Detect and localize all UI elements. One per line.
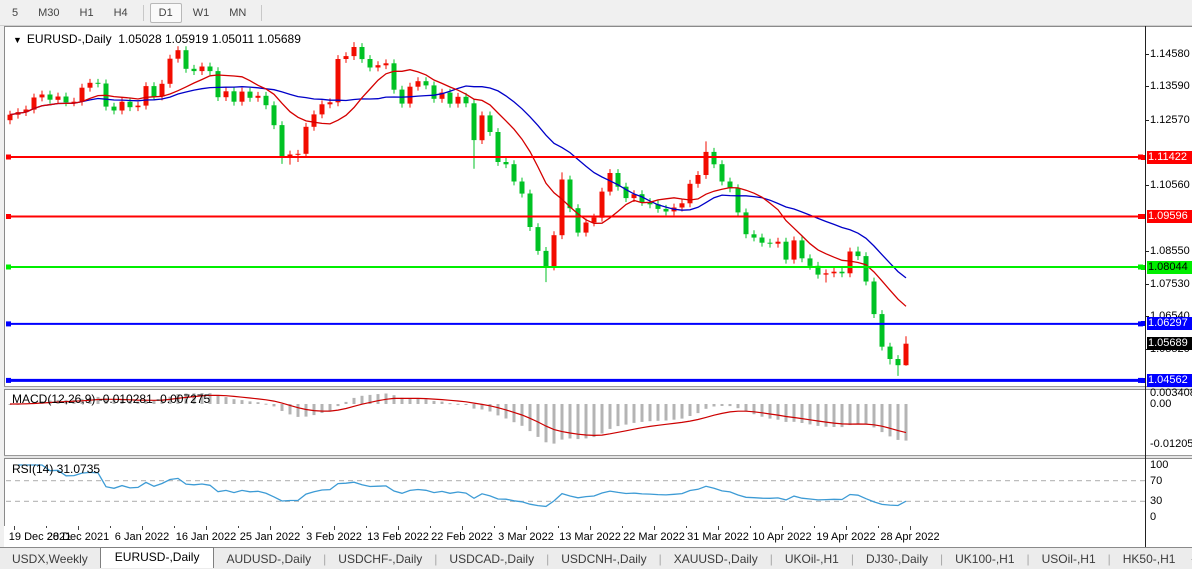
timeframe-button-m30[interactable]: M30 bbox=[29, 3, 68, 23]
date-label: 31 Mar 2022 bbox=[687, 531, 749, 543]
chart-ohlc-values: 1.05028 1.05919 1.05011 1.05689 bbox=[118, 32, 301, 46]
date-label: 28 Apr 2022 bbox=[880, 531, 939, 543]
date-tick bbox=[334, 526, 335, 530]
toolbar-separator bbox=[143, 5, 144, 21]
current-price-badge: 1.05689 bbox=[1147, 337, 1192, 350]
timeframe-button-d1[interactable]: D1 bbox=[150, 3, 182, 23]
date-tick bbox=[654, 526, 655, 530]
date-minor-tick bbox=[46, 526, 47, 528]
hline-price-badge: 1.04562 bbox=[1147, 374, 1192, 387]
chart-tab-6[interactable]: XAUUSD-,Daily bbox=[662, 550, 770, 568]
date-label: 10 Apr 2022 bbox=[752, 531, 811, 543]
timeframe-button-mn[interactable]: MN bbox=[220, 3, 255, 23]
price-axis-line bbox=[1145, 26, 1146, 547]
date-tick bbox=[526, 526, 527, 530]
date-tick bbox=[910, 526, 911, 530]
chart-tab-4[interactable]: USDCAD-,Daily bbox=[437, 550, 546, 568]
rsi-indicator-label: RSI(14) 31.0735 bbox=[12, 462, 100, 476]
timeframe-button-w1[interactable]: W1 bbox=[184, 3, 219, 23]
date-minor-tick bbox=[366, 526, 367, 528]
timeframe-toolbar: 5M30H1H4 D1W1MN bbox=[0, 0, 1192, 26]
hline-price-badge: 1.08044 bbox=[1147, 261, 1192, 274]
price-axis-label: 1.12570 bbox=[1150, 114, 1190, 126]
date-minor-tick bbox=[814, 526, 815, 528]
chart-tabbar: USDX,WeeklyEURUSD-,DailyAUDUSD-,Daily|US… bbox=[0, 548, 1192, 569]
chart-tab-5[interactable]: USDCNH-,Daily bbox=[549, 550, 658, 568]
timeframe-button-h4[interactable]: H4 bbox=[105, 3, 137, 23]
chart-tab-1[interactable]: EURUSD-,Daily bbox=[100, 547, 215, 568]
date-label: 22 Mar 2022 bbox=[623, 531, 685, 543]
price-axis-label: 1.07530 bbox=[1150, 278, 1190, 290]
chart-tab-8[interactable]: DJ30-,Daily bbox=[854, 550, 940, 568]
chart-dropdown-arrow[interactable]: ▼ bbox=[13, 35, 22, 45]
date-label: 3 Mar 2022 bbox=[498, 531, 554, 543]
chart-tab-11[interactable]: HK50-,H1 bbox=[1111, 550, 1188, 568]
rsi-axis-label: 100 bbox=[1150, 459, 1168, 471]
chart-symbol-label: EURUSD-,Daily bbox=[27, 32, 112, 46]
date-label: 22 Feb 2022 bbox=[431, 531, 493, 543]
date-label: 13 Mar 2022 bbox=[559, 531, 621, 543]
macd-axis-label: 0.00 bbox=[1150, 398, 1171, 410]
date-minor-tick bbox=[622, 526, 623, 528]
tabs-scroll-left-icon[interactable]: ◄ bbox=[1187, 553, 1192, 565]
main-chart-canvas[interactable] bbox=[4, 26, 1145, 386]
rsi-axis-label: 70 bbox=[1150, 475, 1162, 487]
date-tick bbox=[206, 526, 207, 530]
hline-price-badge: 1.06297 bbox=[1147, 317, 1192, 330]
date-minor-tick bbox=[558, 526, 559, 528]
panel-splitter-rsi[interactable] bbox=[4, 455, 1192, 459]
date-tick bbox=[718, 526, 719, 530]
chart-tab-2[interactable]: AUDUSD-,Daily bbox=[214, 550, 323, 568]
date-minor-tick bbox=[494, 526, 495, 528]
mt4-terminal-window: 5M30H1H4 D1W1MN ▼ EURUSD-,Daily 1.05028 1.… bbox=[0, 0, 1192, 569]
date-minor-tick bbox=[686, 526, 687, 528]
date-tick bbox=[590, 526, 591, 530]
date-label: 3 Feb 2022 bbox=[306, 531, 362, 543]
hline-price-badge: 1.11422 bbox=[1147, 151, 1192, 164]
timeframe-button-5[interactable]: 5 bbox=[3, 3, 27, 23]
date-label: 19 Apr 2022 bbox=[816, 531, 875, 543]
date-label: 25 Jan 2022 bbox=[240, 531, 301, 543]
date-axis[interactable]: 19 Dec 202128 Dec 20216 Jan 202216 Jan 2… bbox=[4, 526, 1145, 547]
date-tick bbox=[270, 526, 271, 530]
date-minor-tick bbox=[302, 526, 303, 528]
date-minor-tick bbox=[878, 526, 879, 528]
date-minor-tick bbox=[430, 526, 431, 528]
date-minor-tick bbox=[174, 526, 175, 528]
hline-price-badge: 1.09596 bbox=[1147, 210, 1192, 223]
date-tick bbox=[142, 526, 143, 530]
date-tick bbox=[462, 526, 463, 530]
price-axis-label: 1.08550 bbox=[1150, 245, 1190, 257]
toolbar-separator bbox=[261, 5, 262, 21]
chart-tab-3[interactable]: USDCHF-,Daily bbox=[326, 550, 434, 568]
date-tick bbox=[782, 526, 783, 530]
rsi-panel-canvas[interactable] bbox=[4, 459, 1145, 526]
date-tick bbox=[398, 526, 399, 530]
rsi-axis-label: 30 bbox=[1150, 495, 1162, 507]
date-label: 13 Feb 2022 bbox=[367, 531, 429, 543]
timeframe-button-h1[interactable]: H1 bbox=[71, 3, 103, 23]
macd-axis-label: -0.012058 bbox=[1150, 438, 1192, 450]
date-tick bbox=[14, 526, 15, 530]
price-axis-label: 1.13590 bbox=[1150, 80, 1190, 92]
date-label: 16 Jan 2022 bbox=[176, 531, 237, 543]
date-label: 28 Dec 2021 bbox=[47, 531, 109, 543]
chart-tab-0[interactable]: USDX,Weekly bbox=[0, 550, 100, 568]
date-minor-tick bbox=[750, 526, 751, 528]
date-label: 6 Jan 2022 bbox=[115, 531, 169, 543]
price-axis-label: 1.10560 bbox=[1150, 179, 1190, 191]
chart-tab-7[interactable]: UKOil-,H1 bbox=[773, 550, 851, 568]
date-tick bbox=[78, 526, 79, 530]
macd-indicator-label: MACD(12,26,9) -0.010281 -0.007275 bbox=[12, 392, 210, 406]
chart-title: ▼ EURUSD-,Daily 1.05028 1.05919 1.05011 1… bbox=[13, 32, 301, 46]
price-axis-label: 1.14580 bbox=[1150, 48, 1190, 60]
chart-tab-10[interactable]: USOil-,H1 bbox=[1030, 550, 1108, 568]
chart-tab-9[interactable]: UK100-,H1 bbox=[943, 550, 1026, 568]
date-minor-tick bbox=[238, 526, 239, 528]
date-minor-tick bbox=[110, 526, 111, 528]
rsi-axis-label: 0 bbox=[1150, 511, 1156, 523]
panel-splitter-macd[interactable] bbox=[4, 386, 1192, 390]
date-tick bbox=[846, 526, 847, 530]
